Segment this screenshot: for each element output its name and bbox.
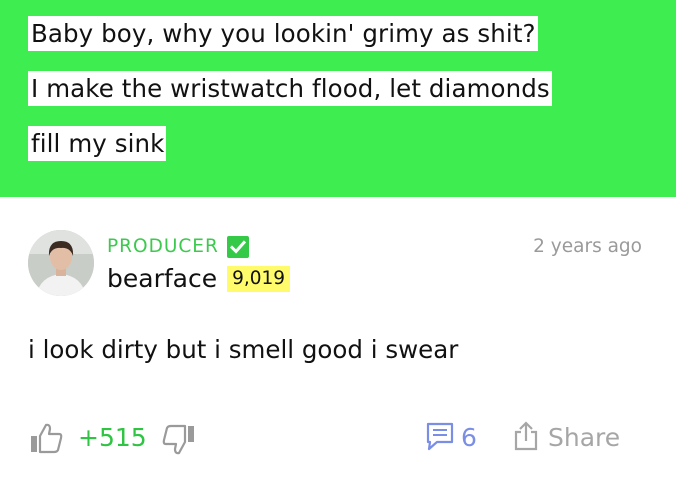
iq-badge: 9,019 xyxy=(227,266,291,292)
comments-count: 6 xyxy=(461,423,477,452)
vote-count: +515 xyxy=(78,423,147,452)
speech-bubble-icon xyxy=(425,420,455,456)
lyric-line: fill my sink xyxy=(28,126,167,161)
share-button[interactable]: Share xyxy=(512,420,620,456)
lyric-line: Baby boy, why you lookin' grimy as shit? xyxy=(28,16,538,51)
share-icon xyxy=(512,420,540,456)
comments-button[interactable]: 6 xyxy=(425,420,477,456)
check-icon xyxy=(226,236,249,258)
avatar[interactable] xyxy=(28,230,94,296)
comment-actions: +515 6 Share xyxy=(28,418,648,458)
lyric-banner: Baby boy, why you lookin' grimy as shit?… xyxy=(0,0,676,197)
lyric-text: Baby boy, why you lookin' grimy as shit?… xyxy=(28,6,638,171)
timestamp[interactable]: 2 years ago xyxy=(533,234,642,260)
author-row: bearface 9,019 xyxy=(107,262,291,296)
thumbs-up-icon[interactable] xyxy=(28,422,64,454)
thumbs-down-icon[interactable] xyxy=(161,424,197,456)
author-role-row: PRODUCER xyxy=(107,234,249,260)
username[interactable]: bearface xyxy=(107,262,217,296)
author-role: PRODUCER xyxy=(107,236,219,257)
share-label: Share xyxy=(548,423,621,452)
lyric-line: I make the wristwatch flood, let diamond… xyxy=(28,71,552,106)
comment-body: i look dirty but i smell good i swear xyxy=(28,335,459,364)
